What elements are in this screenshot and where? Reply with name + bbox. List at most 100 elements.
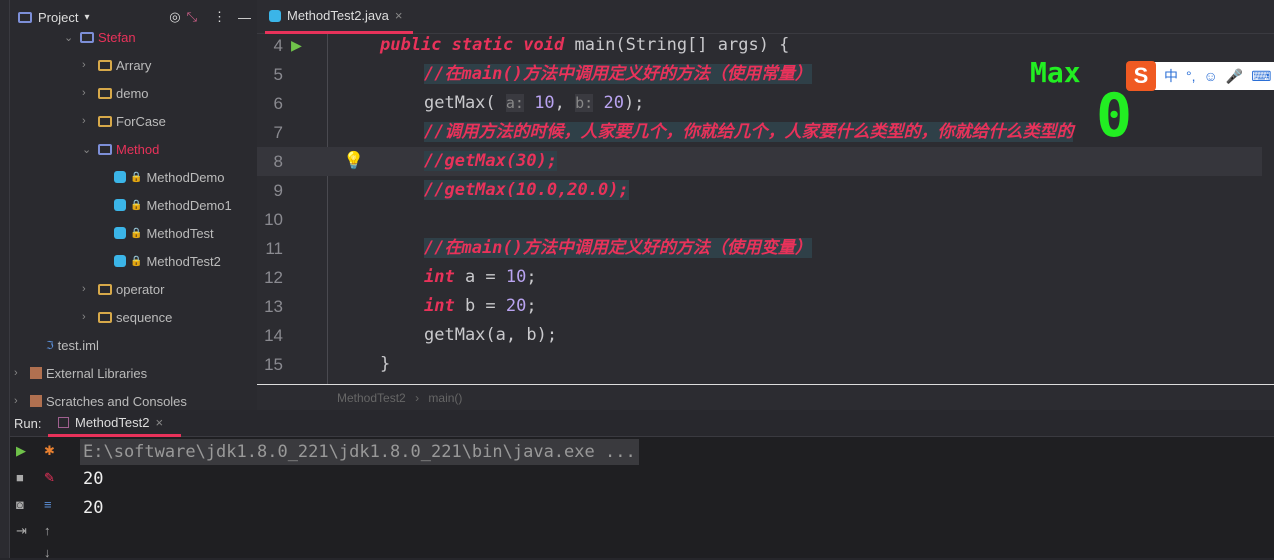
tree-item[interactable]: ℑtest.iml (46, 334, 99, 356)
chevron-right-icon[interactable]: › (82, 59, 94, 71)
camera-icon[interactable]: ◙ (16, 497, 24, 512)
clear-icon[interactable]: ✎ (44, 470, 55, 486)
microphone-icon[interactable]: 🎤 (1226, 68, 1243, 85)
chevron-right-icon[interactable]: › (82, 311, 94, 323)
hide-icon[interactable]: — (238, 10, 251, 25)
folder-icon (98, 87, 112, 99)
lock-icon: 🔒 (130, 255, 143, 267)
line-number: 8 (273, 152, 283, 171)
run-tab-methodtest2[interactable]: MethodTest2 × (48, 410, 181, 437)
code-token: ; (526, 267, 537, 287)
breadcrumb-class[interactable]: MethodTest2 (337, 391, 406, 405)
sort-icon[interactable]: ≡ (44, 497, 52, 512)
tree-item-label: External Libraries (46, 365, 148, 381)
code-token: b: (575, 94, 594, 112)
close-icon[interactable]: × (155, 415, 163, 430)
code-token: public static void (380, 35, 575, 55)
debug-icon[interactable]: ✱ (44, 443, 55, 459)
stop-icon[interactable]: ■ (16, 470, 24, 485)
code-token: getMax(a, b); (424, 325, 558, 345)
tree-item[interactable]: › External Libraries (14, 362, 147, 384)
ime-punctuation-toggle[interactable]: °, (1186, 68, 1196, 84)
code-line[interactable]: 15} (257, 350, 1262, 379)
code-token: a: (505, 94, 524, 112)
code-line[interactable]: 9 //getMax(10.0,20.0); (257, 176, 1262, 205)
code-token: int (424, 296, 455, 316)
overlay-zero-text: 0 (1096, 81, 1133, 151)
tree-item-label: MethodDemo1 (146, 197, 232, 213)
emoji-icon[interactable]: ☺ (1204, 68, 1218, 84)
chevron-right-icon[interactable]: › (82, 115, 94, 127)
tree-item[interactable]: 🔒 MethodTest (114, 222, 214, 244)
code-text: //在main()方法中调用定义好的方法（使用变量） (424, 234, 812, 263)
lightbulb-icon[interactable]: 💡 (343, 147, 364, 176)
breadcrumb-method[interactable]: main() (428, 391, 462, 405)
code-line[interactable]: 8 💡 //getMax(30); (257, 147, 1262, 176)
tree-item[interactable]: ⌄ Stefan (64, 26, 136, 48)
ime-chinese-toggle[interactable]: 中 (1164, 66, 1178, 86)
chevron-right-icon[interactable]: › (82, 283, 94, 295)
java-class-icon (269, 9, 281, 22)
chevron-right-icon[interactable]: › (82, 87, 94, 99)
line-number: 10 (264, 210, 283, 229)
code-token: getMax( (424, 93, 506, 113)
tree-item-label: sequence (116, 309, 173, 325)
code-line[interactable]: 12 int a = 10; (257, 263, 1262, 292)
rerun-icon[interactable]: ▶ (16, 443, 26, 459)
tree-item[interactable]: › Scratches and Consoles (14, 390, 187, 412)
line-number: 9 (273, 181, 283, 200)
tree-item[interactable]: 🔒 MethodDemo1 (114, 194, 232, 216)
folder-icon (98, 59, 112, 71)
tree-item-label: Stefan (98, 29, 136, 45)
console-output-line: 20 (83, 469, 104, 489)
locate-icon[interactable]: ◎ (169, 9, 180, 25)
tree-item[interactable]: › sequence (82, 306, 172, 328)
close-icon[interactable]: × (395, 8, 403, 23)
lock-icon: 🔒 (130, 227, 143, 239)
tab-methodtest2[interactable]: MethodTest2.java × (265, 0, 413, 34)
tree-item-label: MethodDemo (146, 169, 225, 185)
exit-icon[interactable]: ⇥ (16, 523, 27, 539)
chevron-right-icon[interactable]: › (14, 367, 26, 379)
sogou-logo[interactable]: S (1126, 61, 1156, 91)
code-token: 20 (593, 93, 624, 113)
java-class-icon (114, 255, 126, 267)
run-label: Run: (14, 416, 42, 431)
tree-item[interactable]: › Arrary (82, 54, 151, 76)
chevron-down-icon[interactable]: ▾ (84, 12, 89, 23)
tree-item[interactable]: 🔒 MethodDemo (114, 166, 225, 188)
code-token: b = (454, 296, 506, 316)
code-line[interactable]: 11 //在main()方法中调用定义好的方法（使用变量） (257, 234, 1262, 263)
keyboard-icon[interactable]: ⌨ (1251, 68, 1271, 85)
code-line[interactable]: 13 int b = 20; (257, 292, 1262, 321)
tree-item[interactable]: ⌄ Method (82, 138, 159, 160)
chevron-down-icon[interactable]: ⌄ (82, 143, 94, 156)
iml-file-icon: ℑ (46, 339, 54, 352)
tree-item[interactable]: 🔒 MethodTest2 (114, 250, 221, 272)
tree-item[interactable]: › operator (82, 278, 164, 300)
tree-item[interactable]: › demo (82, 82, 149, 104)
chevron-down-icon[interactable]: ⌄ (64, 31, 76, 44)
java-class-icon (114, 227, 126, 239)
code-text: int b = 20; (424, 292, 537, 321)
left-tool-strip[interactable] (0, 0, 10, 558)
lock-icon: 🔒 (130, 171, 143, 183)
run-gutter-icon[interactable]: ▶ (291, 31, 302, 60)
line-number: 5 (273, 65, 283, 84)
code-token: //在main()方法中调用定义好的方法（使用变量） (424, 238, 812, 258)
library-icon (30, 367, 42, 379)
code-line[interactable]: 14 getMax(a, b); (257, 321, 1262, 350)
code-line[interactable]: 4 ▶ public static void main(String[] args)… (257, 31, 1262, 60)
source-folder-icon (98, 143, 112, 155)
tree-item-label: MethodTest2 (146, 253, 221, 269)
up-icon[interactable]: ↑ (44, 523, 51, 538)
tree-item-label: ForCase (116, 113, 166, 129)
tree-item-label: test.iml (57, 337, 99, 353)
more-options-icon[interactable]: ⋮ (213, 9, 226, 25)
code-line[interactable]: 10 (257, 205, 1262, 234)
project-title[interactable]: Project (38, 10, 78, 25)
tree-item-label: Arrary (116, 57, 152, 73)
chevron-right-icon[interactable]: › (14, 395, 26, 407)
tree-item[interactable]: › ForCase (82, 110, 166, 132)
collapse-icon[interactable]: ⤡ (187, 9, 197, 25)
